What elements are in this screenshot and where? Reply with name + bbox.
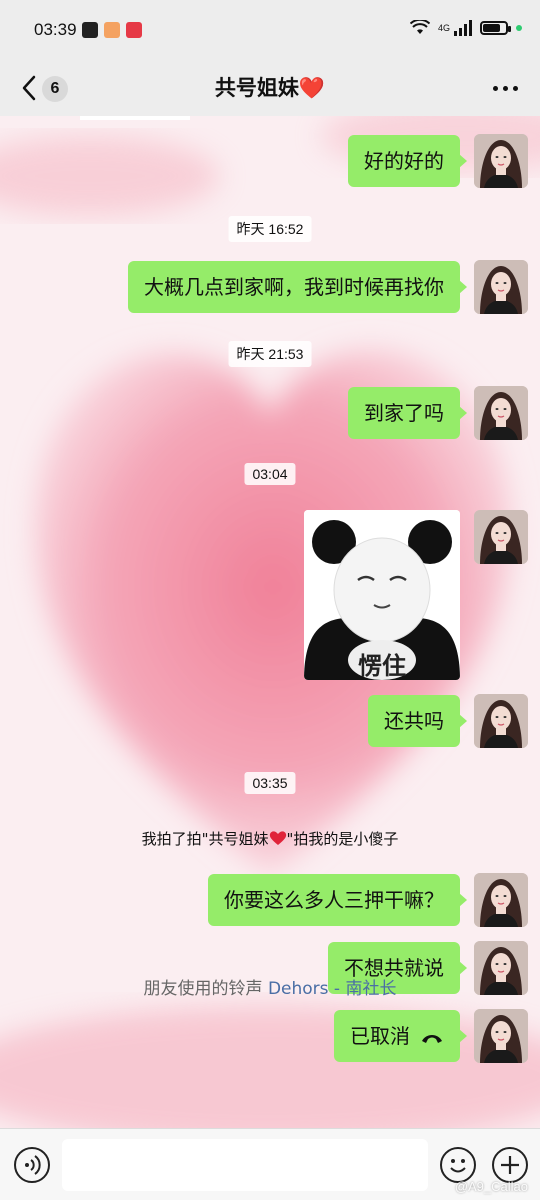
video-app-icon [126, 22, 142, 38]
timestamp: 昨天 21:53 [228, 341, 312, 367]
ringtone-song-link[interactable]: Dehors - 南社长 [268, 979, 397, 999]
message-bubble[interactable]: 还共吗 [368, 695, 467, 747]
privacy-indicator-dot [516, 25, 522, 31]
ringtone-notice: 朋友使用的铃声 Dehors - 南社长 [0, 974, 540, 999]
notification-icons [82, 22, 142, 38]
message-bubble[interactable]: 你要这么多人三押干嘛？ [208, 874, 467, 926]
chat-header: 6 共号姐妹❤️ [0, 62, 540, 116]
avatar[interactable] [474, 510, 528, 564]
message-row: 还共吗 [0, 694, 540, 748]
emoji-button[interactable] [440, 1147, 476, 1183]
ringtone-label: 朋友使用的铃声 [143, 979, 268, 999]
avatar[interactable] [474, 1009, 528, 1063]
status-time: 03:39 [34, 20, 77, 39]
message-input[interactable] [62, 1139, 428, 1191]
avatar[interactable] [474, 260, 528, 314]
avatar[interactable] [474, 386, 528, 440]
message-row: 愣住 [0, 510, 540, 680]
message-text: 到家了吗 [364, 401, 444, 425]
panda-meme-sticker[interactable]: 愣住 [304, 510, 460, 680]
message-row: 你要这么多人三押干嘛？ [0, 873, 540, 927]
wifi-icon [409, 20, 430, 34]
message-row: 大概几点到家啊，我到时候再找你 [0, 260, 540, 314]
message-row: 到家了吗 [0, 386, 540, 440]
app-notification-icon [82, 22, 98, 38]
pat-system-message: 我拍了拍"共号姐妹 "拍我的是小傻子 [0, 828, 540, 850]
timestamp: 昨天 16:52 [228, 216, 312, 242]
message-row: 已取消 [0, 1009, 540, 1063]
network-type: 4G [437, 23, 450, 33]
call-cancelled-icon [420, 1012, 444, 1064]
message-text: 好的好的 [364, 149, 444, 173]
pat-message-suffix: "拍我的是小傻子 [286, 830, 399, 848]
heart-icon [269, 830, 287, 850]
chat-area[interactable]: 好的好的昨天 16:52 大概几点到家啊，我到时候再找你昨天 21:53 到家了吗 0… [0, 116, 540, 1128]
smiley-icon [450, 1159, 466, 1173]
more-functions-button[interactable] [492, 1147, 528, 1183]
message-bubble[interactable]: 好的好的 [348, 135, 467, 187]
avatar[interactable] [474, 873, 528, 927]
voice-input-button[interactable] [14, 1147, 50, 1183]
pat-message-prefix: 我拍了拍"共号姐妹 [141, 830, 269, 848]
status-indicators: 4G [409, 20, 522, 36]
sticker-caption: 愣住 [358, 652, 406, 680]
message-text: 大概几点到家啊，我到时候再找你 [144, 275, 444, 299]
signal-icon [454, 20, 472, 36]
message-bubble[interactable]: 到家了吗 [348, 387, 467, 439]
timestamp: 03:04 [244, 463, 296, 485]
plus-icon [501, 1156, 519, 1174]
more-options-icon[interactable] [493, 86, 518, 91]
avatar[interactable] [474, 694, 528, 748]
battery-icon [480, 21, 511, 35]
voice-icon [25, 1155, 41, 1175]
timestamp: 03:35 [244, 772, 296, 794]
message-row: 好的好的 [0, 134, 540, 188]
input-bar: @A9_Callao [0, 1128, 540, 1200]
message-bubble[interactable]: 大概几点到家啊，我到时候再找你 [128, 261, 467, 313]
message-text: 还共吗 [384, 709, 444, 733]
app-notification-icon [104, 22, 120, 38]
status-bar: 03:39 4G [0, 0, 540, 62]
message-text: 你要这么多人三押干嘛？ [224, 888, 444, 912]
watermark: @A9_Callao [454, 1179, 528, 1194]
message-text: 已取消 [350, 1024, 410, 1048]
avatar[interactable] [474, 134, 528, 188]
message-bubble[interactable]: 已取消 [334, 1010, 467, 1064]
chat-title: 共号姐妹❤️ [214, 76, 326, 100]
